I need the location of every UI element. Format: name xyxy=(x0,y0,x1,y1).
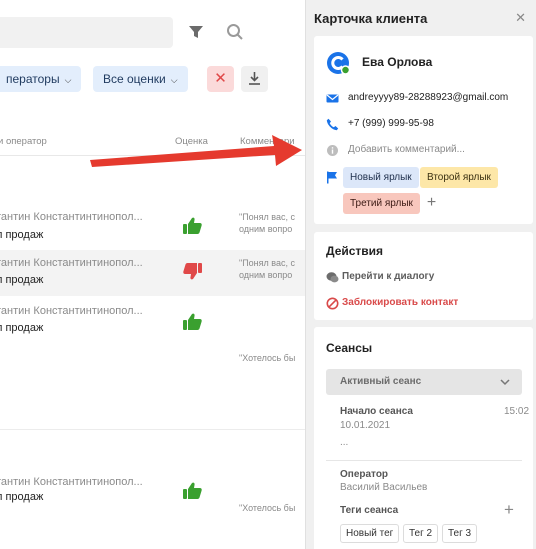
session-tag[interactable]: Тег 3 xyxy=(442,524,478,543)
operator-name: тантин Константинтинопол... xyxy=(0,305,143,317)
column-operator[interactable]: и оператор xyxy=(0,136,47,147)
clear-filters-button[interactable]: ✕ xyxy=(207,66,234,92)
operator-department: л продаж xyxy=(0,491,44,503)
thumbs-up-icon xyxy=(183,313,202,330)
operator-name: Василий Васильев xyxy=(340,482,428,493)
go-to-dialog-label: Перейти к диалогу xyxy=(342,271,435,282)
add-tag-button[interactable]: + xyxy=(422,194,441,213)
avatar xyxy=(327,52,350,75)
chevron-down-icon: ⌵ xyxy=(170,75,178,85)
session-tags-label: Теги сеанса xyxy=(340,505,399,516)
client-email: andreyyyy89-28288923@gmail.com xyxy=(348,92,509,103)
session-start-time: 15:02 xyxy=(504,406,530,417)
client-card-panel: Карточка клиента ✕ Ева Орлова andreyyyy8… xyxy=(305,0,536,549)
operator-name: тантин Константинтинопол... xyxy=(0,257,143,269)
block-contact-label: Заблокировать контакт xyxy=(342,297,459,308)
filter-icon[interactable] xyxy=(188,24,204,40)
session-start-date: 10.01.2021 xyxy=(340,420,391,431)
ratings-filter[interactable]: Все оценки ⌵ xyxy=(93,66,188,92)
tag-chip[interactable]: Второй ярлык xyxy=(420,167,498,188)
client-name: Ева Орлова xyxy=(362,55,433,69)
session-tag[interactable]: Тег 2 xyxy=(403,524,439,543)
add-comment-field[interactable]: Добавить комментарий... xyxy=(348,144,465,155)
sessions-title: Сеансы xyxy=(326,341,373,355)
download-button[interactable] xyxy=(241,66,268,92)
operator-name: тантин Константинтинопол... xyxy=(0,211,143,223)
contact-card: Ева Орлова andreyyyy89-28288923@gmail.co… xyxy=(314,36,533,224)
thumbs-up-icon xyxy=(183,217,202,234)
chevron-down-icon: ⌵ xyxy=(64,75,72,85)
tag-chip[interactable]: Новый ярлык xyxy=(343,167,419,188)
close-icon[interactable]: ✕ xyxy=(515,10,526,26)
active-session-dropdown[interactable]: Активный сеанс xyxy=(326,369,522,395)
operators-filter-label: ператоры xyxy=(6,72,60,86)
search-icon[interactable] xyxy=(226,23,244,41)
add-session-tag-button[interactable]: + xyxy=(504,500,514,520)
operator-department: л продаж xyxy=(0,229,44,241)
client-phone: +7 (999) 999-95-98 xyxy=(348,118,434,129)
thumbs-up-icon xyxy=(183,482,202,499)
table-row[interactable]: тантин Константинтинопол... л продаж "По… xyxy=(0,200,305,250)
actions-card: Действия Перейти к диалогу Заблокировать… xyxy=(314,232,533,320)
comment-text: "Понял вас, с одним вопро xyxy=(239,258,295,280)
session-start-label: Начало сеанса xyxy=(340,406,413,417)
sessions-list-background: ператоры ⌵ Все оценки ⌵ ✕ и оператор Оценк… xyxy=(0,0,305,549)
session-more: ... xyxy=(340,437,349,448)
chat-icon xyxy=(326,272,339,283)
active-session-label: Активный сеанс xyxy=(340,376,422,387)
ratings-filter-label: Все оценки xyxy=(103,72,166,86)
comment-text: "Понял вас, с одним вопро xyxy=(239,212,295,234)
mail-icon xyxy=(326,94,339,103)
table-row[interactable]: тантин Константинтинопол... л продаж "Хо… xyxy=(0,468,305,538)
comment-text: "Хотелось бы xyxy=(239,503,296,513)
search-input[interactable] xyxy=(0,17,173,48)
session-tag[interactable]: Новый тег xyxy=(340,524,400,543)
operator-department: л продаж xyxy=(0,322,44,334)
operator-name: тантин Константинтинопол... xyxy=(0,476,143,488)
flag-icon xyxy=(327,171,337,184)
session-divider xyxy=(326,460,522,461)
comment-text: "Хотелось бы xyxy=(239,353,296,363)
info-icon xyxy=(327,145,338,156)
operator-department: л продаж xyxy=(0,274,44,286)
sessions-card: Сеансы Активный сеанс Начало сеанса 15:0… xyxy=(314,327,533,549)
row-divider xyxy=(0,429,305,430)
operator-label: Оператор xyxy=(340,469,389,480)
download-icon xyxy=(249,72,260,85)
annotation-arrow xyxy=(90,135,302,167)
table-row[interactable]: тантин Константинтинопол... л продаж "Хо… xyxy=(0,296,305,382)
chevron-down-icon xyxy=(500,379,510,386)
block-icon xyxy=(326,297,339,310)
actions-title: Действия xyxy=(326,244,384,258)
thumbs-down-icon xyxy=(183,263,202,280)
phone-icon xyxy=(326,118,339,131)
close-icon: ✕ xyxy=(214,70,227,87)
table-row[interactable]: тантин Константинтинопол... л продаж "По… xyxy=(0,250,305,296)
panel-title: Карточка клиента xyxy=(314,11,428,26)
tag-chip[interactable]: Третий ярлык xyxy=(343,193,420,214)
operators-filter[interactable]: ператоры ⌵ xyxy=(0,66,82,92)
